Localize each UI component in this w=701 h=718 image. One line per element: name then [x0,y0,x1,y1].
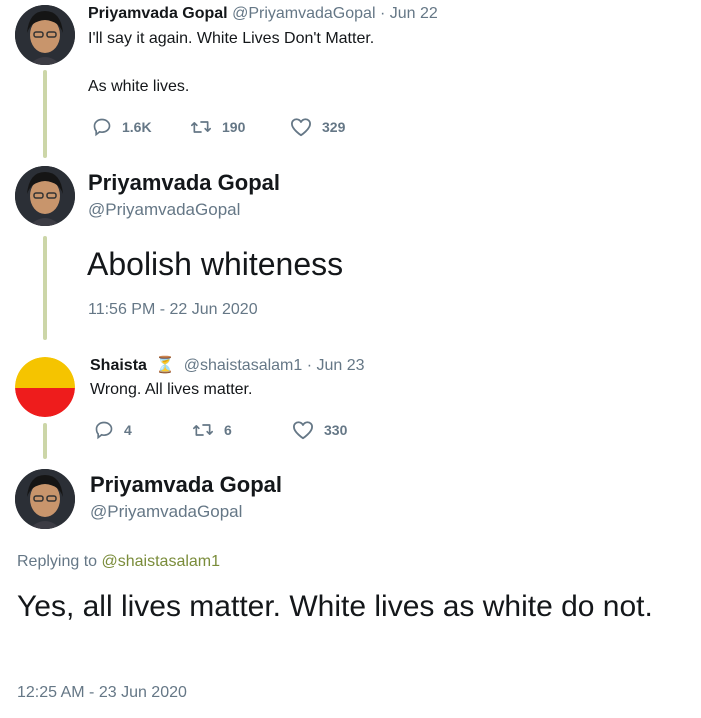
reply-icon [93,118,111,137]
author-name[interactable]: Shaista [90,357,147,374]
author-handle[interactable]: @PriyamvadaGopal [88,200,240,220]
author-handle[interactable]: @PriyamvadaGopal [232,5,375,22]
tweet-header: Shaista ⏳ @shaistasalam1 · Jun 23 [90,355,365,375]
tweet-timestamp[interactable]: 11:56 PM - 22 Jun 2020 [88,301,258,319]
replying-to-link[interactable]: @shaistasalam1 [102,553,221,570]
tweet-text-line: As white lives. [88,78,190,95]
thread-line [43,423,47,459]
tweet-actions: 4 6 330 [94,420,347,440]
heart-icon [292,421,313,440]
tweet-date[interactable]: · Jun 22 [380,5,438,22]
tweet-text-line: I'll say it again. White Lives Don't Mat… [88,30,375,47]
retweet-count: 6 [224,422,232,438]
retweet-button[interactable]: 190 [190,117,290,137]
thread-line [43,70,47,158]
reply-icon [95,421,113,440]
tweet-actions: 1.6K 190 329 [92,117,345,137]
like-count: 330 [324,422,348,438]
avatar-priyamvada[interactable] [15,166,75,226]
tweet-date[interactable]: · Jun 23 [307,357,365,374]
tweet-timestamp[interactable]: 12:25 AM - 23 Jun 2020 [17,684,187,702]
avatar-priyamvada[interactable] [15,469,75,529]
retweet-icon [190,121,211,133]
tweet-text: Abolish whiteness [87,246,344,282]
like-count: 329 [322,119,346,135]
reply-count: 1.6K [122,119,152,135]
author-handle[interactable]: @PriyamvadaGopal [90,502,242,522]
reply-count: 4 [124,422,132,438]
hourglass-icon: ⏳ [155,357,176,374]
author-handle[interactable]: @shaistasalam1 [184,357,303,374]
reply-button[interactable]: 1.6K [92,117,190,137]
tweet-header: Priyamvada Gopal @PriyamvadaGopal · Jun … [88,5,438,23]
retweet-count: 190 [222,119,246,135]
replying-to-label: Replying to [17,553,98,570]
author-name[interactable]: Priyamvada Gopal [88,5,228,22]
retweet-icon [192,424,213,436]
replying-to: Replying to @shaistasalam1 [17,553,220,571]
heart-icon [290,118,311,137]
avatar-priyamvada[interactable] [15,5,75,65]
tweet-text: Yes, all lives matter. White lives as wh… [17,590,653,623]
reply-button[interactable]: 4 [94,420,192,440]
tweet-text: Wrong. All lives matter. [90,381,253,398]
like-button[interactable]: 330 [292,420,347,440]
like-button[interactable]: 329 [290,117,345,137]
author-name[interactable]: Priyamvada Gopal [90,472,282,498]
thread-line [43,236,47,340]
author-name[interactable]: Priyamvada Gopal [88,170,280,196]
retweet-button[interactable]: 6 [192,420,292,440]
avatar-shaista[interactable] [15,357,75,417]
